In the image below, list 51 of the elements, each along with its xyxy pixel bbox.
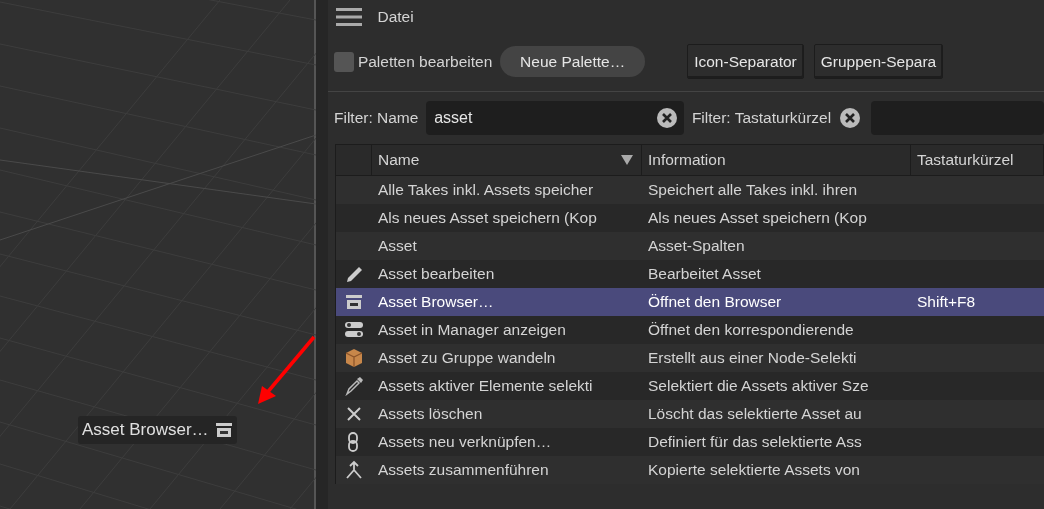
table-cell-text: Assets neu verknüpfen…	[377, 432, 553, 453]
table-row[interactable]: Asset bearbeiten Bearbeitet Asset	[336, 259, 1044, 288]
eyedropper-icon	[344, 375, 364, 396]
table-cell-text: Asset Browser…	[377, 292, 495, 313]
tray-icon	[345, 293, 363, 310]
box-icon	[344, 347, 364, 368]
table-cell-text: Alle Takes inkl. Assets speicher	[377, 180, 595, 201]
table-cell-text: Bearbeitet Asset	[647, 264, 762, 285]
table-row[interactable]: Assets aktiver Elemente selekti Selektiert die Assets aktiver Sze	[336, 371, 1044, 400]
toolbar-button[interactable]: Neue Palette…	[500, 45, 646, 78]
table-cell-text: Speichert alle Takes inkl. ihren	[647, 180, 859, 201]
table-row[interactable]: Als neues Asset speichern (Kop Als neues Asset speichern (Kop	[336, 203, 1044, 232]
table-cell-text: Assets aktiver Elemente selekti	[377, 376, 594, 397]
filter-label: Filter: Name	[334, 108, 419, 129]
table-cell-text: Assets zusammenführen	[377, 460, 550, 481]
column-header[interactable]: Name	[372, 144, 642, 175]
clear-icon[interactable]	[838, 106, 861, 129]
filter-field[interactable]: asset	[426, 100, 685, 135]
column-header[interactable]: Information	[642, 144, 911, 175]
table-cell-text: Kopierte selektierte Assets von	[647, 460, 861, 481]
clear-icon[interactable]	[656, 106, 679, 129]
table-cell-text: Selektiert die Assets aktiver Sze	[647, 376, 870, 397]
merge-icon	[344, 459, 364, 480]
table-row[interactable]: Asset Browser… Öffnet den Browser Shift+F8	[336, 287, 1044, 316]
table-cell-text: Als neues Asset speichern (Kop	[647, 208, 868, 229]
table-row[interactable]: Assets neu verknüpfen… Definiert für das selektierte Ass	[336, 427, 1044, 456]
table-row[interactable]: Asset in Manager anzeigen Öffnet den korrespondierende	[336, 315, 1044, 344]
toggle-icon	[344, 319, 364, 340]
checkbox-label: Paletten bearbeiten	[357, 51, 493, 72]
table-cell-text: Öffnet den korrespondierende	[647, 320, 855, 341]
column-header[interactable]: Tastaturkürzel	[911, 144, 1044, 175]
tooltip-label: Asset Browser…	[82, 419, 209, 441]
table-cell-text: Asset	[377, 236, 418, 257]
table-cell-text: Asset-Spalten	[647, 236, 746, 257]
table-cell-text: Löscht das selektierte Asset au	[647, 404, 863, 425]
table-cell-text: Erstellt aus einer Node-Selekti	[647, 348, 858, 369]
filter-label: Filter: Tastaturkürzel	[691, 108, 832, 129]
tray-icon	[214, 421, 233, 438]
toolbar-button[interactable]: Icon-Separator	[687, 43, 804, 80]
toolbar-button[interactable]: Gruppen-Separa	[813, 43, 944, 80]
table-cell-text: Öffnet den Browser	[647, 292, 783, 313]
menu-title[interactable]: Datei	[377, 5, 414, 29]
table-cell-text: Asset in Manager anzeigen	[377, 320, 567, 341]
checkbox[interactable]	[334, 51, 354, 72]
table-cell-text: Shift+F8	[916, 292, 977, 313]
table-cell-text: Als neues Asset speichern (Kop	[377, 208, 598, 229]
table-cell-text: Assets löschen	[377, 404, 484, 425]
table-cell-text: Asset bearbeiten	[377, 264, 496, 285]
table-cell-text: Definiert für das selektierte Ass	[647, 432, 863, 453]
menu-icon[interactable]	[336, 7, 362, 27]
table-cell-text: Asset zu Gruppe wandeln	[377, 348, 557, 369]
